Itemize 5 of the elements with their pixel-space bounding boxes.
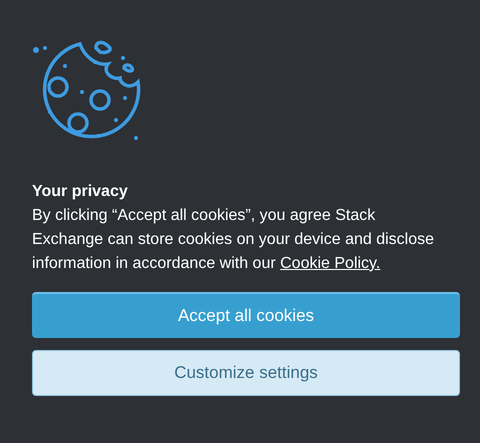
dialog-button[interactable]: Accept all cookies	[32, 292, 460, 338]
dialog-button[interactable]: Customize settings	[32, 350, 460, 396]
dialog-title: Your privacy	[32, 182, 129, 202]
cookie-policy-link[interactable]: Cookie Policy.	[280, 255, 380, 272]
consent-message: By clicking “Accept all cookies”, you agree Stack Exchange can store cookies on your device and disclose information in accordance with our Cookie Policy.	[32, 206, 436, 274]
